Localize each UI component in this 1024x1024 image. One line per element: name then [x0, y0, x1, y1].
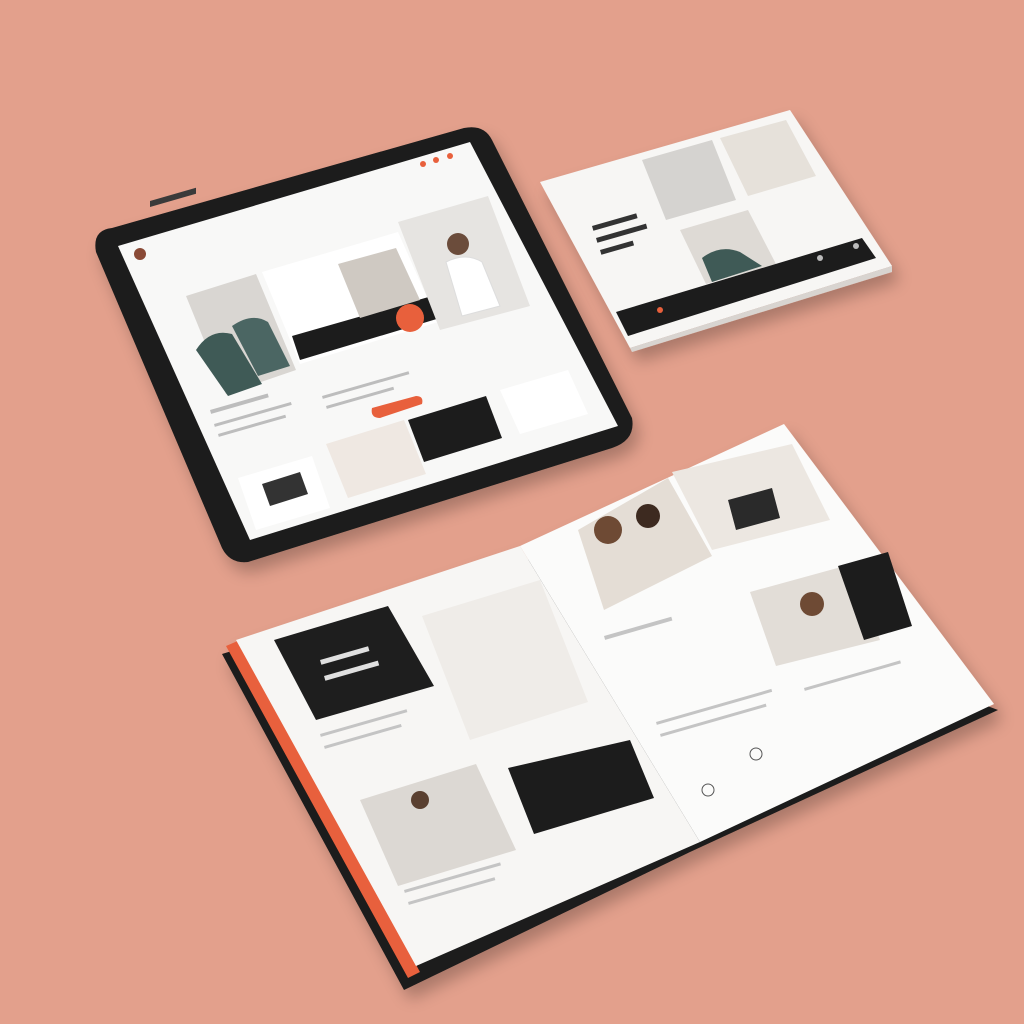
- user-icon[interactable]: [817, 255, 823, 261]
- portrait-head: [800, 592, 824, 616]
- laptop-man-head: [411, 791, 429, 809]
- woman-head: [594, 516, 622, 544]
- tablet-nav-icon[interactable]: [433, 157, 439, 163]
- tablet-nav-icon[interactable]: [447, 153, 453, 159]
- home-icon[interactable]: [657, 307, 663, 313]
- tablet-logo-icon: [134, 248, 146, 260]
- tablet-portrait-head: [447, 233, 469, 255]
- tablet-nav-icon[interactable]: [420, 161, 426, 167]
- mockup-scene: [0, 0, 1024, 1024]
- woman-head: [636, 504, 660, 528]
- tablet-promo-accent-circle: [396, 304, 424, 332]
- mail-icon[interactable]: [853, 243, 859, 249]
